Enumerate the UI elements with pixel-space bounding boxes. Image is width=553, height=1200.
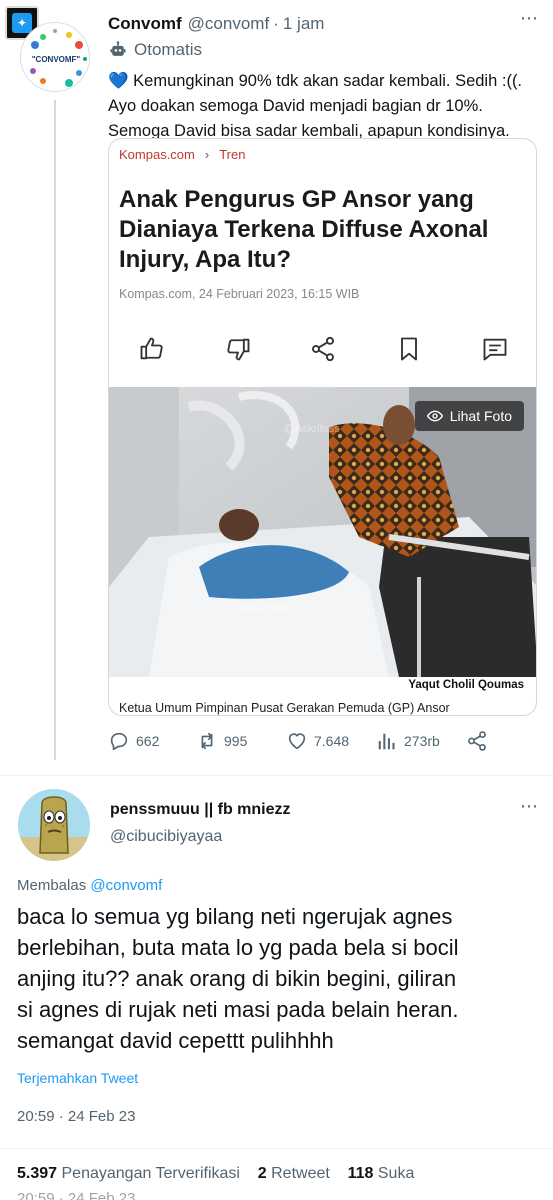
tweet-text-line: Ayo doakan semoga David menjadi bagian d… <box>108 97 483 115</box>
views-count: 273rb <box>404 733 440 749</box>
photo-watermark-top: @Askrlfess <box>284 423 340 435</box>
share-nodes-icon[interactable] <box>309 335 337 363</box>
tweet-text: 💙 Kemungkinan 90% tdk akan sadar kembali… <box>108 69 548 144</box>
reply-count: 662 <box>136 733 160 749</box>
app-corner-badge-icon: ✦ <box>12 13 32 33</box>
reply-stats-row: 5.397 Penayangan Terverifikasi 2 Retweet… <box>17 1165 414 1183</box>
breadcrumb-chevron-icon: › <box>204 147 210 162</box>
card-headline[interactable]: Anak Pengurus GP Ansor yang Dianiaya Ter… <box>119 185 529 275</box>
comment-icon[interactable] <box>481 335 509 363</box>
heart-icon <box>288 733 306 750</box>
more-options-button[interactable]: ⋯ <box>520 8 539 29</box>
share-action[interactable] <box>466 730 494 752</box>
view-photo-button[interactable]: Lihat Foto <box>414 401 524 431</box>
header-separator: · <box>273 14 279 33</box>
replying-to-handle[interactable]: @convomf <box>90 877 162 894</box>
avatar-penssmuuu-image <box>18 789 90 861</box>
ghost-timestamp: 20:59 · 24 Feb 23 <box>17 1190 136 1200</box>
likes-count[interactable]: 118 <box>348 1165 374 1182</box>
reply-icon <box>110 732 128 751</box>
card-source[interactable]: Kompas.com <box>119 147 195 162</box>
views-label[interactable]: Penayangan Terverifikasi <box>62 1165 240 1182</box>
views-count[interactable]: 5.397 <box>17 1165 57 1182</box>
card-section[interactable]: Tren <box>219 147 245 162</box>
card-byline: Kompas.com, 24 Februari 2023, 16:15 WIB <box>119 287 360 301</box>
like-action[interactable]: 7.648 <box>286 730 376 752</box>
tweet-text-line: Kemungkinan 90% tdk akan sadar kembali. … <box>133 72 523 90</box>
reply-text-line: baca lo semua yg bilang neti ngerujak ag… <box>17 904 453 929</box>
tweet-metrics-bar: 662 995 7.648 273rb <box>108 727 548 755</box>
bot-icon <box>110 41 126 56</box>
more-dots-icon: ⋯ <box>520 796 539 816</box>
reply-text-line: semangat david cepettt pulihhhh <box>17 1028 334 1053</box>
reply-action[interactable]: 662 <box>108 730 196 752</box>
avatar-penssmuuu[interactable] <box>18 789 90 861</box>
retweets-count[interactable]: 2 <box>258 1165 267 1182</box>
blue-heart-emoji: 💙 <box>108 72 129 90</box>
automated-label: Otomatis <box>134 40 203 59</box>
photo-credit: Yaqut Cholil Qoumas <box>408 679 524 691</box>
card-action-bar <box>109 329 536 369</box>
avatar-convomf-text: "CONVOMF" <box>32 55 81 64</box>
card-breadcrumb: Kompas.com › Tren <box>119 147 245 162</box>
tweet-convomf[interactable]: Convomf @convomf · 1 jam Otomatis 💙 Kemu… <box>108 10 548 144</box>
display-name[interactable]: Convomf <box>108 14 182 34</box>
automated-label-row: Otomatis <box>108 38 548 62</box>
like-count: 7.648 <box>314 733 350 749</box>
photo-watermark: @Askrlfess <box>229 600 295 615</box>
thread-connector-line <box>54 100 56 760</box>
eye-icon <box>426 410 443 422</box>
replying-to: Membalas @convomf <box>17 877 162 894</box>
photo-description: Ketua Umum Pimpinan Pusat Gerakan Pemuda… <box>119 701 450 715</box>
reply-text-line: si agnes di rujak neti masi pada belain … <box>17 997 459 1022</box>
avatar-convomf[interactable]: "CONVOMF" <box>20 22 90 92</box>
article-card[interactable]: Kompas.com › Tren Anak Pengurus GP Ansor… <box>108 138 537 716</box>
more-dots-icon: ⋯ <box>520 8 539 28</box>
reply-user-handle[interactable]: @cibucibiyayaa <box>110 828 222 846</box>
tweet-time[interactable]: 1 jam <box>283 14 325 34</box>
tweet-header: Convomf @convomf · 1 jam <box>108 10 548 38</box>
retweet-action[interactable]: 995 <box>196 730 286 752</box>
reply-timestamp[interactable]: 20:59 · 24 Feb 23 <box>17 1108 135 1125</box>
likes-label[interactable]: Suka <box>378 1165 414 1182</box>
thumbs-up-icon[interactable] <box>138 335 166 363</box>
view-photo-label: Lihat Foto <box>449 408 512 424</box>
retweet-icon <box>201 732 213 750</box>
retweet-count: 995 <box>224 733 248 749</box>
views-bar-chart-icon <box>378 733 395 750</box>
replying-prefix: Membalas <box>17 877 87 894</box>
user-handle[interactable]: @convomf <box>188 14 270 34</box>
bookmark-icon[interactable] <box>395 335 423 363</box>
tweet-divider <box>0 775 553 776</box>
reply-text-line: berlebihan, buta mata lo yg pada bela si… <box>17 935 459 960</box>
reply-text-line: anjing itu?? anak orang di bikin begini,… <box>17 966 457 991</box>
reply-display-name[interactable]: penssmuuu || fb mniezz <box>110 801 291 819</box>
avatar-convomf-logo: "CONVOMF" <box>21 23 89 91</box>
thumbs-down-icon[interactable] <box>224 335 252 363</box>
reply-more-options-button[interactable]: ⋯ <box>520 796 539 817</box>
stats-divider <box>0 1148 553 1149</box>
retweets-label[interactable]: Retweet <box>271 1165 330 1182</box>
reply-text: baca lo semua yg bilang neti ngerujak ag… <box>17 901 547 1056</box>
share-icon <box>468 731 486 751</box>
translate-tweet-link[interactable]: Terjemahkan Tweet <box>17 1070 138 1086</box>
views-action[interactable]: 273rb <box>376 730 466 752</box>
